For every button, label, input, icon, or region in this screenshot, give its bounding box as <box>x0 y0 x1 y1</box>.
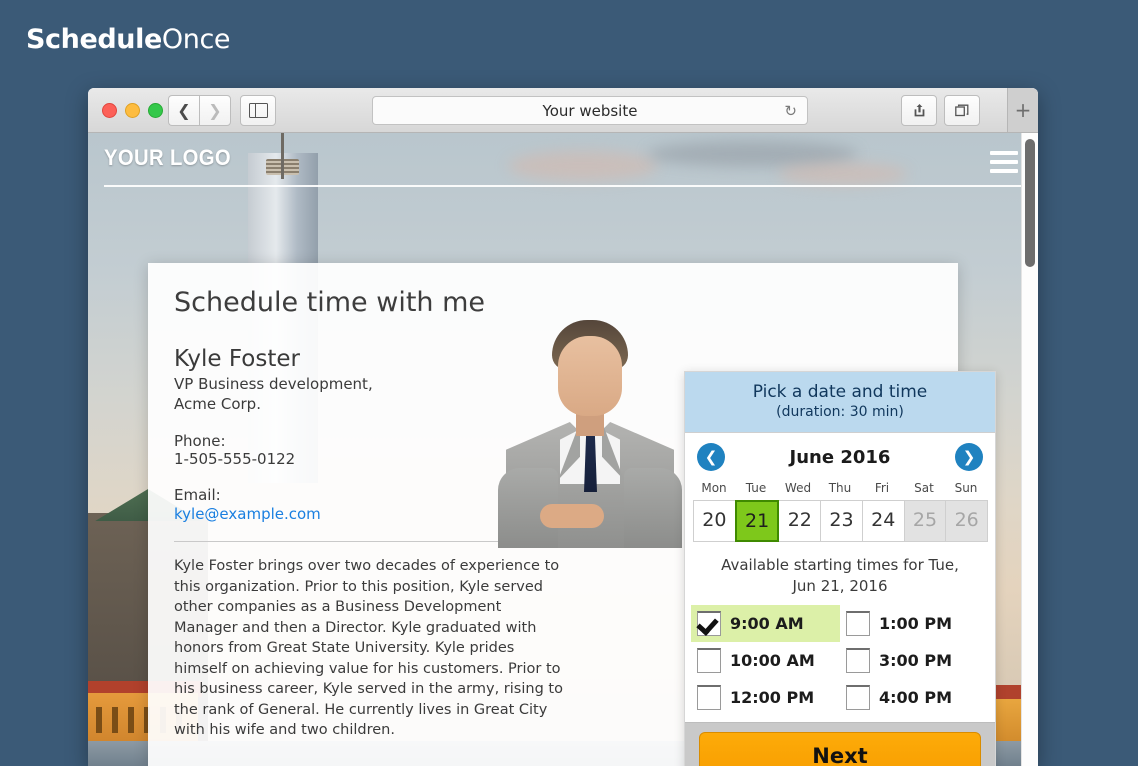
page-viewport: YOUR LOGO Schedule time with me Kyle Fos… <box>88 133 1038 766</box>
checkbox-icon[interactable] <box>846 611 870 636</box>
page-title: Schedule time with me <box>174 287 486 318</box>
checkbox-icon[interactable] <box>697 685 721 710</box>
day-name: Fri <box>874 481 890 495</box>
minimize-window-button[interactable] <box>125 103 140 118</box>
site-logo[interactable]: YOUR LOGO <box>104 145 231 171</box>
checkbox-icon[interactable] <box>846 648 870 673</box>
available-times-title: Available starting times for Tue, Jun 21… <box>721 556 959 595</box>
close-window-button[interactable] <box>102 103 117 118</box>
widget-header: Pick a date and time (duration: 30 min) <box>685 372 995 433</box>
time-slot-label: 1:00 PM <box>879 614 953 633</box>
next-button-band: Next <box>685 722 995 766</box>
time-slot-selected[interactable]: 9:00 AM <box>691 605 840 642</box>
widget-title: Pick a date and time <box>752 382 928 402</box>
sidebar-toggle-button[interactable] <box>240 95 276 126</box>
brand-part-schedule: Schedule <box>26 24 162 55</box>
date-cell-selected[interactable]: 21 <box>734 500 780 542</box>
widget-duration: (duration: 30 min) <box>776 404 904 420</box>
show-tabs-icon <box>955 104 969 117</box>
time-slot-label: 4:00 PM <box>879 688 953 707</box>
email-link[interactable]: kyle@example.com <box>174 505 321 523</box>
calendar-day-names: Mon Tue Wed Thu Fri Sat Sun <box>685 477 995 500</box>
window-controls <box>102 103 163 118</box>
screenshot-root: ScheduleOnce ❮ ❯ Your website ↻ + YOUR L… <box>0 0 1138 766</box>
new-tab-button[interactable]: + <box>1007 88 1038 132</box>
checkbox-icon[interactable] <box>697 648 721 673</box>
share-icon <box>914 104 924 117</box>
time-slot[interactable]: 1:00 PM <box>840 605 989 642</box>
prev-week-button[interactable]: ❮ <box>697 443 725 471</box>
calendar-date-row: 20 21 22 23 24 25 26 <box>685 500 995 542</box>
show-tabs-button[interactable] <box>944 95 980 126</box>
brand-part-once: Once <box>161 24 231 55</box>
time-slot-label: 9:00 AM <box>730 614 804 633</box>
time-slot-label: 12:00 PM <box>730 688 815 707</box>
back-button[interactable]: ❮ <box>168 95 199 126</box>
day-name: Sun <box>954 481 978 495</box>
share-button[interactable] <box>901 95 937 126</box>
next-week-button[interactable]: ❯ <box>955 443 983 471</box>
reload-icon[interactable]: ↻ <box>784 102 797 120</box>
day-name: Tue <box>745 481 767 495</box>
page-scrollbar[interactable] <box>1021 133 1038 766</box>
address-bar[interactable]: Your website ↻ <box>372 96 808 125</box>
forward-button[interactable]: ❯ <box>199 95 231 126</box>
site-header: YOUR LOGO <box>88 133 1038 201</box>
address-bar-text: Your website <box>542 101 638 120</box>
day-name: Sat <box>914 481 934 495</box>
day-name: Wed <box>784 481 812 495</box>
date-cell[interactable]: 22 <box>778 500 822 542</box>
date-cell[interactable]: 23 <box>820 500 863 542</box>
booking-widget: Pick a date and time (duration: 30 min) … <box>684 371 996 766</box>
date-cell-disabled: 26 <box>945 500 989 542</box>
time-slot-list: 9:00 AM 1:00 PM 10:00 AM 3:00 PM 12:00 P… <box>685 605 995 722</box>
day-name: Mon <box>701 481 727 495</box>
checkbox-icon[interactable] <box>846 685 870 710</box>
time-slot[interactable]: 10:00 AM <box>691 642 840 679</box>
maximize-window-button[interactable] <box>148 103 163 118</box>
sidebar-toggle-icon <box>248 103 268 118</box>
hamburger-menu-icon[interactable] <box>990 151 1018 178</box>
navigation-buttons: ❮ ❯ <box>168 95 231 126</box>
calendar-month-label: June 2016 <box>789 446 891 468</box>
toolbar-right-buttons <box>901 95 980 126</box>
person-role: VP Business development, Acme Corp. <box>174 375 373 413</box>
scrollbar-thumb[interactable] <box>1025 139 1035 267</box>
time-slot[interactable]: 3:00 PM <box>840 642 989 679</box>
date-cell-disabled: 25 <box>903 500 947 542</box>
day-name: Thu <box>828 481 852 495</box>
browser-window: ❮ ❯ Your website ↻ + YOUR LOGO Schedule … <box>88 88 1038 766</box>
person-bio: Kyle Foster brings over two decades of e… <box>174 558 563 738</box>
next-button[interactable]: Next <box>699 732 981 766</box>
header-divider <box>104 185 1022 187</box>
date-cell[interactable]: 24 <box>861 500 905 542</box>
time-slot-label: 10:00 AM <box>730 651 815 670</box>
browser-toolbar: ❮ ❯ Your website ↻ + <box>88 88 1038 133</box>
date-cell[interactable]: 20 <box>693 500 736 542</box>
time-slot[interactable]: 12:00 PM <box>691 679 840 716</box>
time-slot-label: 3:00 PM <box>879 651 953 670</box>
calendar-month-nav: ❮ June 2016 ❯ <box>685 433 995 477</box>
content-card: Schedule time with me Kyle Foster VP Bus… <box>148 263 996 766</box>
scheduleonce-logo: ScheduleOnce <box>26 24 231 55</box>
time-slot[interactable]: 4:00 PM <box>840 679 989 716</box>
avatar <box>484 318 694 548</box>
checkbox-icon[interactable] <box>697 611 721 636</box>
